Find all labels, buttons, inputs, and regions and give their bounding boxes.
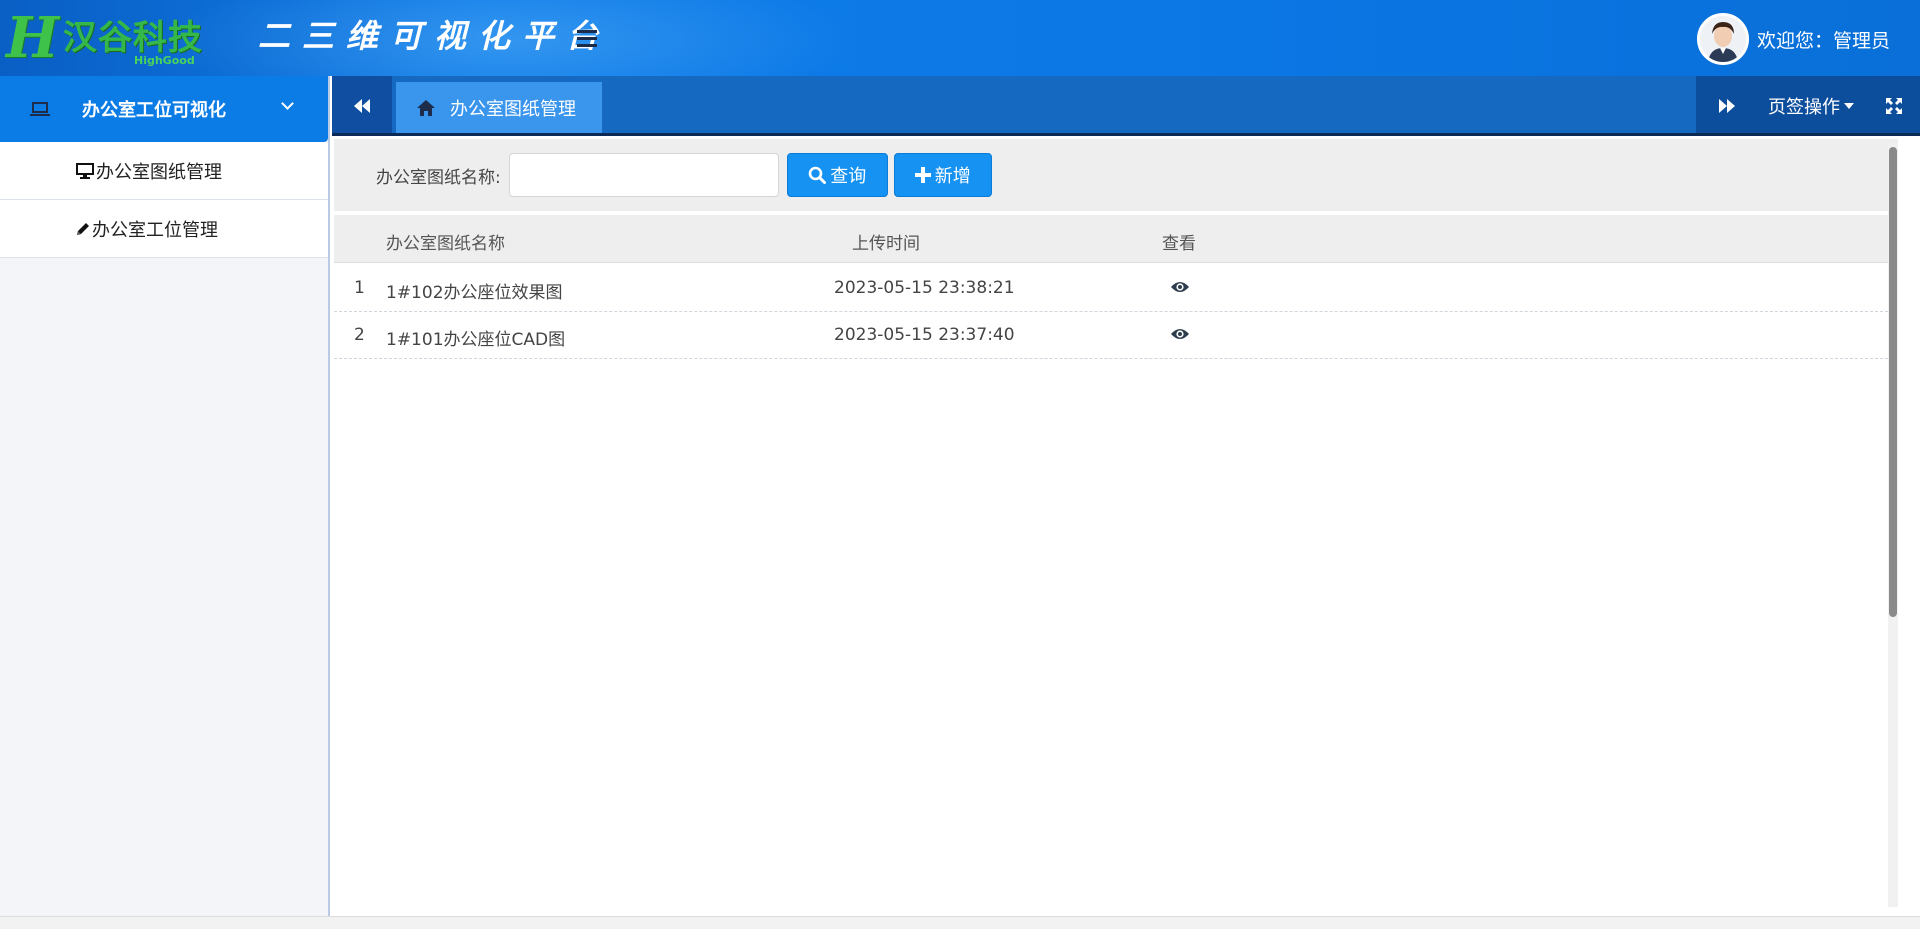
user-avatar-icon <box>1699 16 1746 62</box>
laptop-icon <box>30 102 50 116</box>
home-icon <box>416 99 436 117</box>
tab-bar: 办公室图纸管理 页签操作 <box>332 76 1920 136</box>
table-header: 办公室图纸名称 上传时间 查看 <box>334 215 1898 263</box>
sidebar: 办公室工位可视化 办公室图纸管理 办公室工位管理 <box>0 76 330 916</box>
pencil-icon <box>76 222 90 236</box>
eye-icon[interactable] <box>1170 326 1190 347</box>
bottom-strip <box>0 916 1920 929</box>
top-header: H 汉谷科技 HighGood 二三维可视化平台 欢迎您：管理员 <box>0 0 1920 76</box>
tab-scroll-right-button[interactable] <box>1696 76 1758 136</box>
column-header-upload-time: 上传时间 <box>852 234 920 254</box>
table-row: 1 1#102办公座位效果图 2023-05-15 23:38:21 <box>334 265 1898 312</box>
search-icon <box>808 166 827 184</box>
tab-tools: 页签操作 <box>1696 76 1920 136</box>
monitor-icon <box>76 162 94 179</box>
logo-company-name: 汉谷科技 <box>62 18 203 58</box>
sidebar-item-label: 办公室工位管理 <box>92 219 218 241</box>
caret-down-icon <box>1844 103 1854 109</box>
main-content: 办公室图纸名称: 查询 新增 办公室图纸名称 上传时间 查看 1 1#102办公… <box>332 139 1898 916</box>
avatar[interactable] <box>1696 13 1749 65</box>
drawing-name: 1#101办公座位CAD图 <box>386 330 566 350</box>
row-index: 1 <box>354 278 365 298</box>
hamburger-menu-icon[interactable] <box>575 26 599 50</box>
add-button-label: 新增 <box>934 166 971 187</box>
tab-bar-underline <box>332 133 1920 136</box>
double-left-icon <box>354 99 370 113</box>
sidebar-item-seat-management[interactable]: 办公室工位管理 <box>0 200 328 258</box>
column-header-view: 查看 <box>1162 234 1196 254</box>
sidebar-item-label: 办公室图纸管理 <box>96 161 222 183</box>
add-button[interactable]: 新增 <box>893 153 992 197</box>
logo-english-name: HighGood <box>134 54 195 67</box>
welcome-text: 欢迎您：管理员 <box>1756 29 1890 52</box>
chevron-down-icon <box>281 97 294 110</box>
tab-label: 办公室图纸管理 <box>450 98 576 120</box>
fullscreen-button[interactable] <box>1868 76 1920 136</box>
sidebar-group-label: 办公室工位可视化 <box>82 100 226 121</box>
table-row: 2 1#101办公座位CAD图 2023-05-15 23:37:40 <box>334 312 1898 359</box>
search-toolbar: 办公室图纸名称: 查询 新增 <box>334 139 1898 211</box>
tab-drawing-management[interactable]: 办公室图纸管理 <box>396 82 602 133</box>
sidebar-item-drawing-management[interactable]: 办公室图纸管理 <box>0 142 328 200</box>
row-index: 2 <box>354 325 365 345</box>
page-operations-dropdown[interactable]: 页签操作 <box>1758 76 1868 136</box>
platform-title: 二三维可视化平台 <box>258 17 611 55</box>
vertical-scrollbar[interactable] <box>1888 143 1898 907</box>
plus-icon <box>914 167 931 183</box>
search-label: 办公室图纸名称: <box>376 167 501 188</box>
upload-time: 2023-05-15 23:38:21 <box>834 278 1015 298</box>
drawing-name-search-input[interactable] <box>508 153 779 197</box>
column-header-name: 办公室图纸名称 <box>386 234 505 254</box>
upload-time: 2023-05-15 23:37:40 <box>834 325 1015 345</box>
sidebar-group-office-visualization[interactable]: 办公室工位可视化 <box>0 76 328 142</box>
query-button-label: 查询 <box>830 166 867 187</box>
eye-icon[interactable] <box>1170 279 1190 300</box>
scrollbar-thumb[interactable] <box>1889 147 1897 617</box>
query-button[interactable]: 查询 <box>786 153 888 197</box>
brand-logo: H 汉谷科技 HighGood <box>6 8 203 68</box>
double-right-icon <box>1719 99 1735 113</box>
user-info[interactable]: 欢迎您：管理员 <box>1696 13 1890 65</box>
drawing-name: 1#102办公座位效果图 <box>386 283 563 303</box>
logo-mark: H <box>6 5 59 71</box>
page-operations-label: 页签操作 <box>1768 97 1840 118</box>
fullscreen-icon <box>1886 98 1902 114</box>
tab-scroll-left-button[interactable] <box>332 76 392 136</box>
